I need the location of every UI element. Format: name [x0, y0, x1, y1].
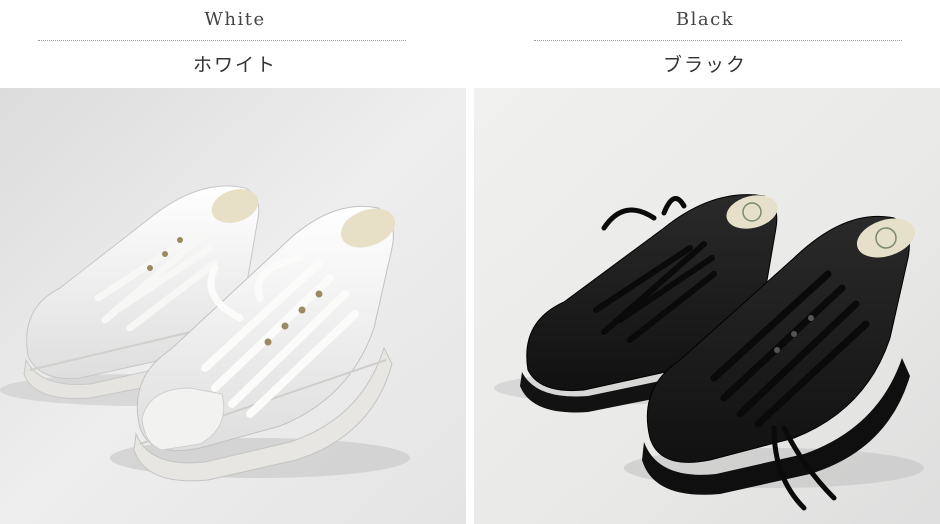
- variant-header: White ホワイト: [0, 0, 470, 88]
- dotted-separator: [38, 40, 406, 41]
- product-photo-black: [474, 88, 940, 524]
- dotted-separator: [534, 40, 902, 41]
- variant-white: White ホワイト: [0, 0, 470, 524]
- variant-name-en: Black: [675, 9, 735, 30]
- variant-black: Black ブラック: [470, 0, 940, 524]
- variant-name-ja: ブラック: [662, 54, 747, 76]
- variant-header: Black ブラック: [470, 0, 940, 88]
- product-photo-white: [0, 88, 466, 524]
- variant-name-en: White: [204, 9, 266, 30]
- variant-name-ja: ホワイト: [192, 54, 277, 76]
